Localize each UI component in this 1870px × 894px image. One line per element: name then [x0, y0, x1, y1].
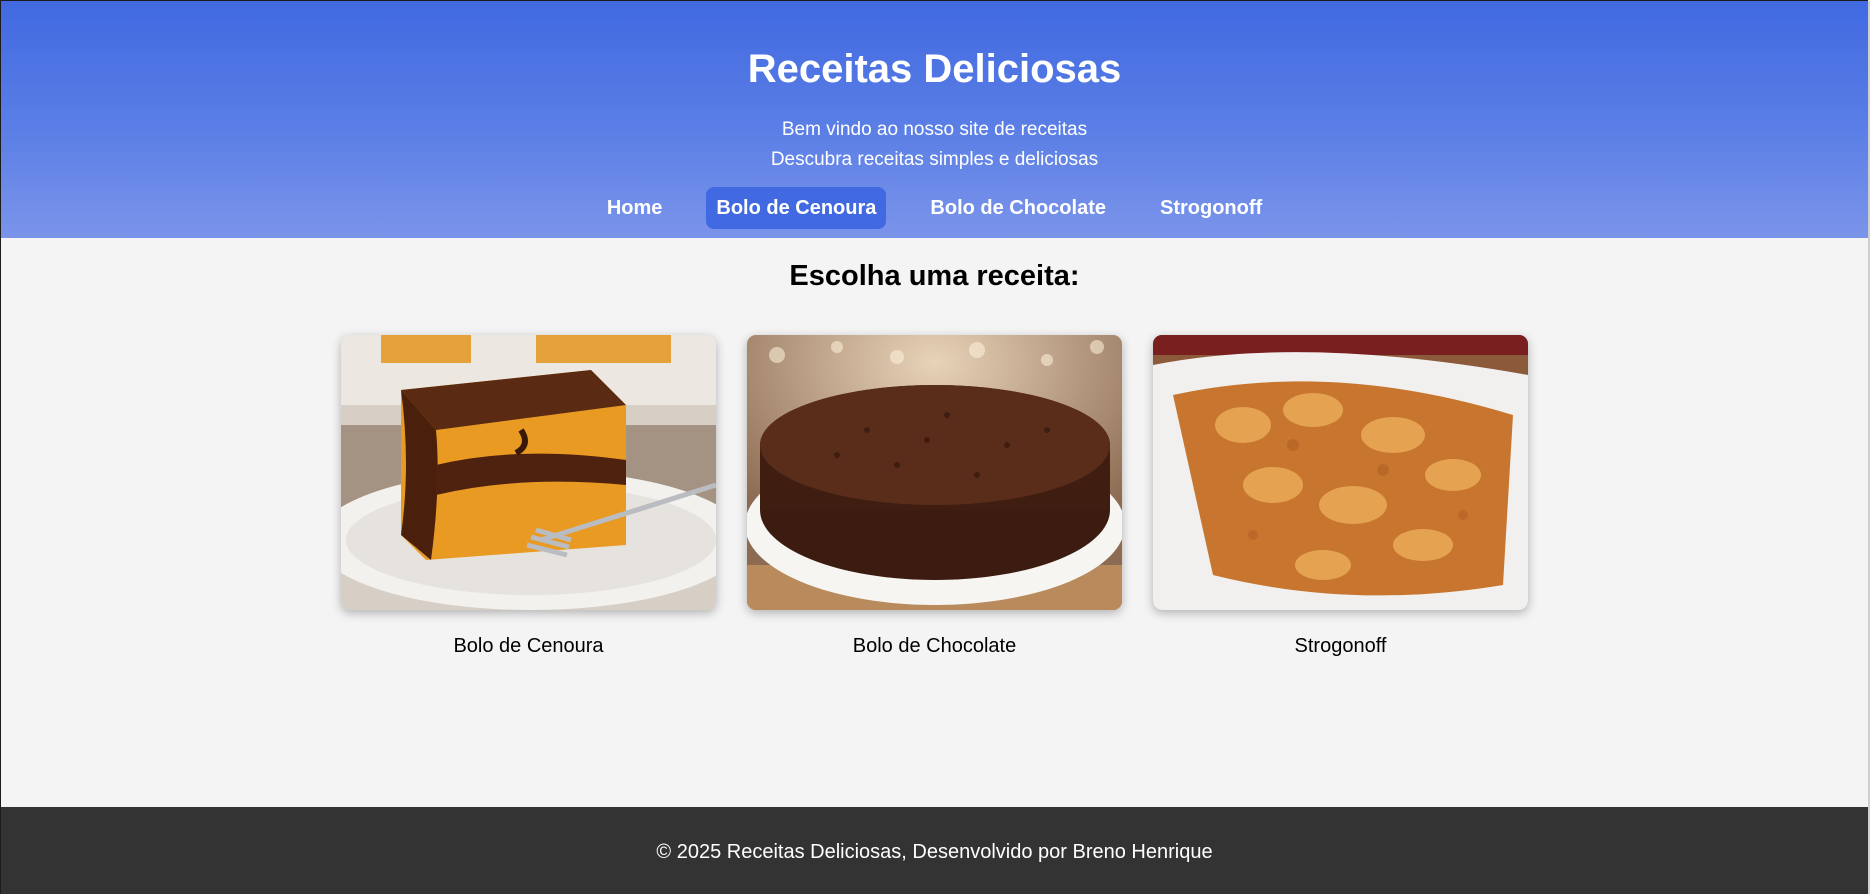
footer-copyright: © 2025 Receitas Deliciosas, Desenvolvido…	[656, 841, 1213, 863]
nav-link-home[interactable]: Home	[597, 187, 673, 229]
section-heading: Escolha uma receita:	[789, 260, 1080, 292]
subtitle-welcome: Bem vindo ao nosso site de receitas	[781, 119, 1088, 140]
recipe-card-bolo-de-chocolate[interactable]: Bolo de Chocolate	[747, 335, 1122, 658]
recipe-card-list: Bolo de Cenoura Bolo de Chocolate Strogo…	[341, 335, 1528, 658]
nav-link-bolo-de-chocolate[interactable]: Bolo de Chocolate	[920, 187, 1116, 229]
recipe-card-strogonoff[interactable]: Strogonoff	[1153, 335, 1528, 658]
recipe-card-label[interactable]: Bolo de Chocolate	[747, 634, 1122, 658]
recipe-card-bolo-de-cenoura[interactable]: Bolo de Cenoura	[341, 335, 716, 658]
site-header: Receitas Deliciosas Bem vindo ao nosso s…	[1, 1, 1868, 238]
chocolate-cake-image[interactable]	[747, 335, 1122, 610]
nav-link-strogonoff[interactable]: Strogonoff	[1150, 187, 1272, 229]
recipe-card-label[interactable]: Strogonoff	[1153, 634, 1528, 658]
page: Receitas Deliciosas Bem vindo ao nosso s…	[0, 0, 1870, 894]
site-title: Receitas Deliciosas	[747, 47, 1122, 91]
subtitle-discover: Descubra receitas simples e deliciosas	[770, 149, 1099, 170]
nav-link-bolo-de-cenoura[interactable]: Bolo de Cenoura	[706, 187, 887, 229]
site-footer: © 2025 Receitas Deliciosas, Desenvolvido…	[1, 807, 1868, 894]
recipe-card-label[interactable]: Bolo de Cenoura	[341, 634, 716, 658]
main-nav: Home Bolo de Cenoura Bolo de Chocolate S…	[1, 187, 1868, 229]
strogonoff-image[interactable]	[1153, 335, 1528, 610]
carrot-cake-image[interactable]	[341, 335, 716, 610]
